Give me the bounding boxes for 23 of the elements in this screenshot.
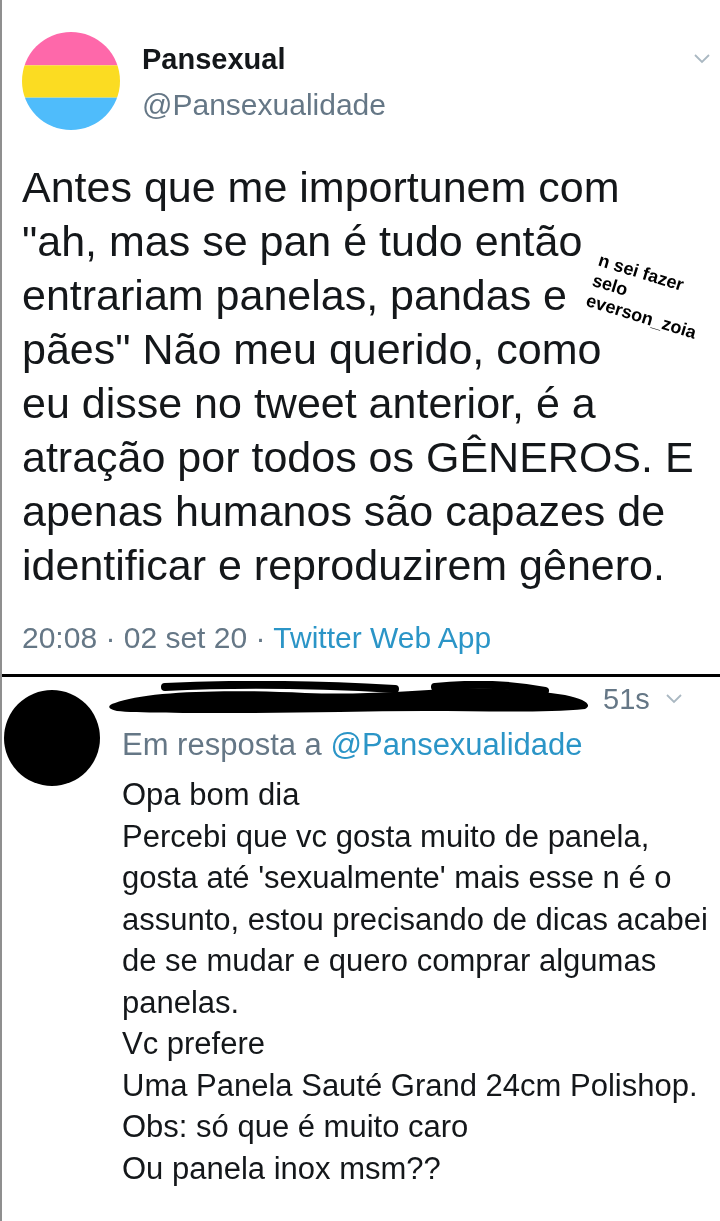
- chevron-down-icon[interactable]: [694, 54, 710, 64]
- tweet-text-line: pães" Não meu querido, como: [22, 325, 602, 375]
- tweet-text-line: eu disse no tweet anterior, é a: [22, 378, 596, 429]
- reply-context: Em resposta a @Pansexualidade: [122, 727, 584, 763]
- tweet-text-line: entrariam panelas, pandas e: [22, 270, 568, 321]
- display-name: Pansexual: [142, 42, 287, 77]
- tweet-text-line: Antes que me importunem com: [22, 162, 620, 213]
- chevron-down-icon[interactable]: [665, 694, 682, 704]
- reply-text: Vc prefere: [122, 1025, 266, 1063]
- reply-text: Uma Panela Sauté Grand 24cm Polishop.: [122, 1066, 699, 1105]
- reply-text: Percebi que vc gosta muito de panela, gosta até 'sexualmente' mais esse n é o assunto, estou precisando de dicas acabei de se mudar e quero comprar algumas panelas.: [122, 817, 709, 1022]
- tweet-text-line: atração por todos os GÊNEROS. E: [22, 432, 694, 483]
- source-link[interactable]: Twitter Web App: [273, 621, 492, 654]
- reply-text: Obs: só que é muito caro: [122, 1108, 470, 1146]
- reply-text: Opa bom dia: [122, 776, 301, 814]
- tweet-timestamp: 20:08 · 02 set 20 · Twitter Web App: [21, 620, 493, 656]
- user-handle: @Pansexualidade: [142, 87, 386, 123]
- tweet-text-line: identificar e reproduzirem gênero.: [22, 540, 665, 591]
- mention-link[interactable]: @Pansexualidade: [330, 727, 583, 762]
- tweet-text-line: "ah, mas se pan é tudo então: [22, 216, 583, 267]
- tweet-text-line: apenas humanos são capazes de: [22, 486, 666, 537]
- reply-time: 51s: [603, 682, 650, 717]
- reply-text: Ou panela inox msm??: [122, 1149, 442, 1188]
